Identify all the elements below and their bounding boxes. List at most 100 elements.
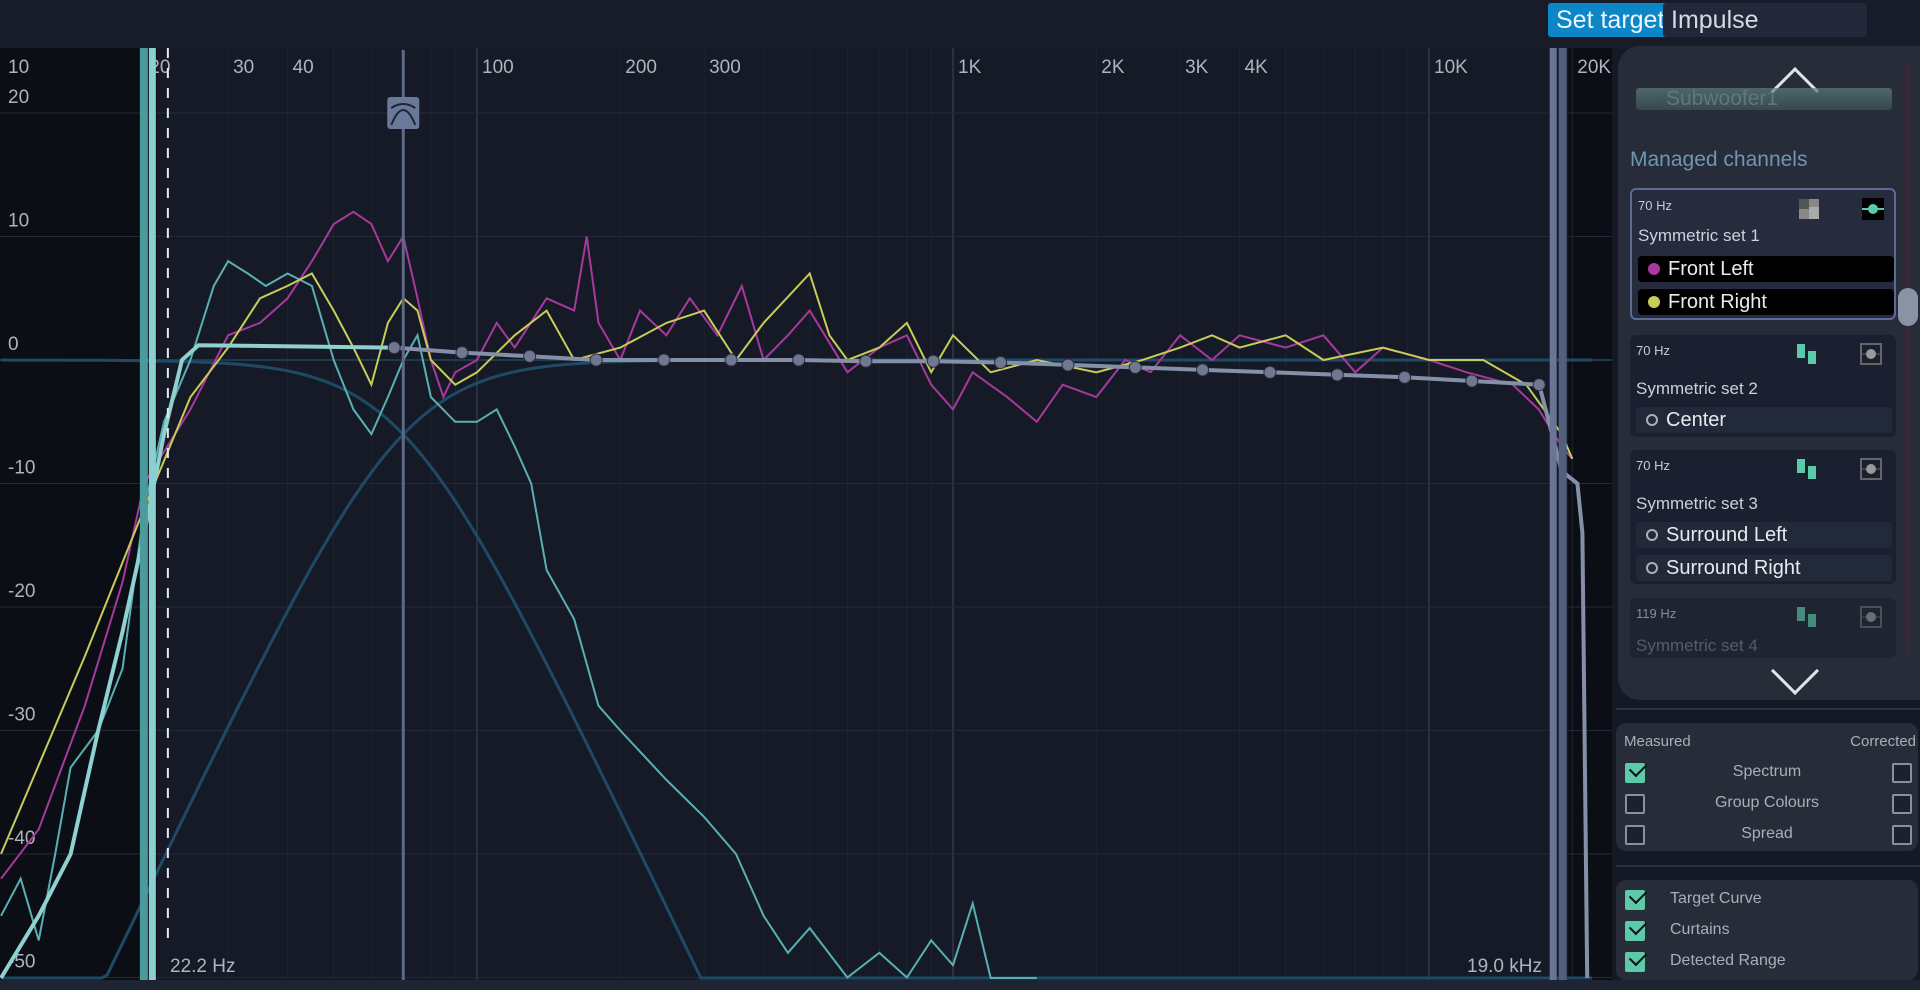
crossover-freq: 70 Hz xyxy=(1636,458,1670,473)
delay-slider-icon[interactable] xyxy=(1862,198,1884,220)
channel-label: Front Left xyxy=(1668,258,1754,280)
set-name: Symmetric set 1 xyxy=(1638,226,1760,245)
target-node-handle[interactable] xyxy=(455,346,469,360)
target-node-handle[interactable] xyxy=(387,341,401,355)
channel-label: Surround Right xyxy=(1666,557,1801,579)
channel-list-panel: Subwoofer1 Managed channels 70 Hz Symmet… xyxy=(1618,46,1920,700)
spectrum-label: Spectrum xyxy=(1732,763,1802,780)
color-dot-icon xyxy=(1648,296,1660,308)
x-tick-label: 40 xyxy=(293,57,314,78)
group-colours-label: Group Colours xyxy=(1714,794,1820,811)
circle-icon xyxy=(1646,562,1658,574)
target-node-handle[interactable] xyxy=(657,353,671,367)
channel-label: Surround Left xyxy=(1666,524,1788,546)
target-node-handle[interactable] xyxy=(994,355,1008,369)
x-tick-label: 2K xyxy=(1101,57,1125,78)
detected-range-checkbox[interactable] xyxy=(1625,952,1645,972)
target-node-handle[interactable] xyxy=(1263,365,1277,379)
delay-slider-icon[interactable] xyxy=(1860,606,1882,628)
divider xyxy=(1616,708,1920,710)
channel-subwoofer1[interactable]: Subwoofer1 xyxy=(1636,88,1892,110)
curtain-high-hatch[interactable] xyxy=(1558,48,1567,980)
channel-surround-right[interactable]: Surround Right xyxy=(1636,555,1892,581)
frequency-response-chart[interactable]: 20100-10-20-30-40-5010 20 30 40 100 200 300 1K 2… xyxy=(0,48,1612,980)
measured-header: Measured xyxy=(1624,733,1691,750)
target-node-handle[interactable] xyxy=(792,353,806,367)
target-curve-checkbox[interactable] xyxy=(1625,890,1645,910)
x-tick-label: 300 xyxy=(709,57,741,78)
curtains-label: Curtains xyxy=(1670,921,1730,938)
target-curve-label: Target Curve xyxy=(1670,890,1762,907)
x-tick-label: 30 xyxy=(233,57,254,78)
curtain-low-handle[interactable] xyxy=(148,48,156,980)
target-node-handle[interactable] xyxy=(724,353,738,367)
channel-center[interactable]: Center xyxy=(1636,407,1892,433)
y-tick-label: 0 xyxy=(8,334,19,355)
x-tick-label: 200 xyxy=(625,57,657,78)
channel-front-left[interactable]: Front Left xyxy=(1638,256,1894,282)
divider xyxy=(1616,865,1920,867)
x-tick-label: 3K xyxy=(1185,57,1209,78)
y-tick-label: 10 xyxy=(8,211,29,232)
target-node-handle[interactable] xyxy=(1330,368,1344,382)
symmetric-set-1[interactable]: 70 Hz Symmetric set 1 Front Left Front R… xyxy=(1630,188,1896,320)
crossover-freq: 70 Hz xyxy=(1636,343,1670,358)
x-tick-label: 1K xyxy=(958,57,982,78)
target-node-handle[interactable] xyxy=(926,354,940,368)
x-tick-label: 4K xyxy=(1245,57,1269,78)
tab-set-target[interactable]: Set target xyxy=(1548,3,1673,37)
tab-impulse-response[interactable]: Impulse response xyxy=(1663,3,1867,68)
spectrum-options: Measured Corrected Spectrum Group Colour… xyxy=(1616,723,1918,851)
crossover-freq: 119 Hz xyxy=(1636,606,1677,621)
target-node-handle[interactable] xyxy=(523,349,537,363)
circle-icon xyxy=(1646,529,1658,541)
spread-corrected-checkbox[interactable] xyxy=(1892,825,1912,845)
crossover-freq: 70 Hz xyxy=(1638,198,1672,213)
plot-background xyxy=(0,48,1612,980)
group-colour-icon[interactable] xyxy=(1796,606,1818,628)
corrected-header: Corrected xyxy=(1850,733,1916,750)
curtain-high-label: 19.0 kHz xyxy=(1467,956,1542,977)
target-node-handle[interactable] xyxy=(1128,360,1142,374)
target-node-handle[interactable] xyxy=(1465,374,1479,388)
group-colour-icon[interactable] xyxy=(1798,198,1820,220)
scrollbar-track[interactable] xyxy=(1906,64,1910,654)
symmetric-set-2[interactable]: 70 Hz Symmetric set 2 Center xyxy=(1630,335,1896,437)
group-colour-icon[interactable] xyxy=(1796,458,1818,480)
y-tick-label: -20 xyxy=(8,581,35,602)
curtain-low-label: 22.2 Hz xyxy=(170,956,235,977)
channel-label: Front Right xyxy=(1668,291,1767,313)
curtains-checkbox[interactable] xyxy=(1625,921,1645,941)
y-tick-label: -10 xyxy=(8,458,35,479)
y-tick-label: -30 xyxy=(8,705,35,726)
target-node-handle[interactable] xyxy=(1532,378,1546,392)
channel-label: Center xyxy=(1666,409,1727,431)
bottom-strip xyxy=(0,980,1920,990)
curtain-high-handle[interactable] xyxy=(1549,48,1557,980)
x-tick-label: 100 xyxy=(482,57,514,78)
spectrum-corrected-checkbox[interactable] xyxy=(1892,763,1912,783)
group-colour-icon[interactable] xyxy=(1796,343,1818,365)
scrollbar-thumb[interactable] xyxy=(1898,288,1918,326)
spread-label: Spread xyxy=(1741,825,1793,842)
symmetric-set-4[interactable]: 119 Hz Symmetric set 4 xyxy=(1630,598,1896,658)
target-node-handle[interactable] xyxy=(1398,370,1412,384)
target-node-handle[interactable] xyxy=(1196,363,1210,377)
x-tick-label: 10K xyxy=(1434,57,1468,78)
managed-channels-title: Managed channels xyxy=(1630,148,1808,171)
channel-surround-left[interactable]: Surround Left xyxy=(1636,522,1892,548)
channel-front-right[interactable]: Front Right xyxy=(1638,289,1894,315)
set-name: Symmetric set 4 xyxy=(1636,636,1758,655)
y-tick-label: 20 xyxy=(8,87,29,108)
delay-slider-icon[interactable] xyxy=(1860,458,1882,480)
delay-slider-icon[interactable] xyxy=(1860,343,1882,365)
curtain-low-hatch[interactable] xyxy=(139,48,148,980)
color-dot-icon xyxy=(1648,263,1660,275)
circle-icon xyxy=(1646,414,1658,426)
target-node-handle[interactable] xyxy=(859,354,873,368)
group-colours-corrected-checkbox[interactable] xyxy=(1892,794,1912,814)
target-node-handle[interactable] xyxy=(1061,358,1075,372)
out-of-range-high xyxy=(1568,48,1612,980)
symmetric-set-3[interactable]: 70 Hz Symmetric set 3 Surround Left Surr… xyxy=(1630,450,1896,584)
target-node-handle[interactable] xyxy=(589,353,603,367)
